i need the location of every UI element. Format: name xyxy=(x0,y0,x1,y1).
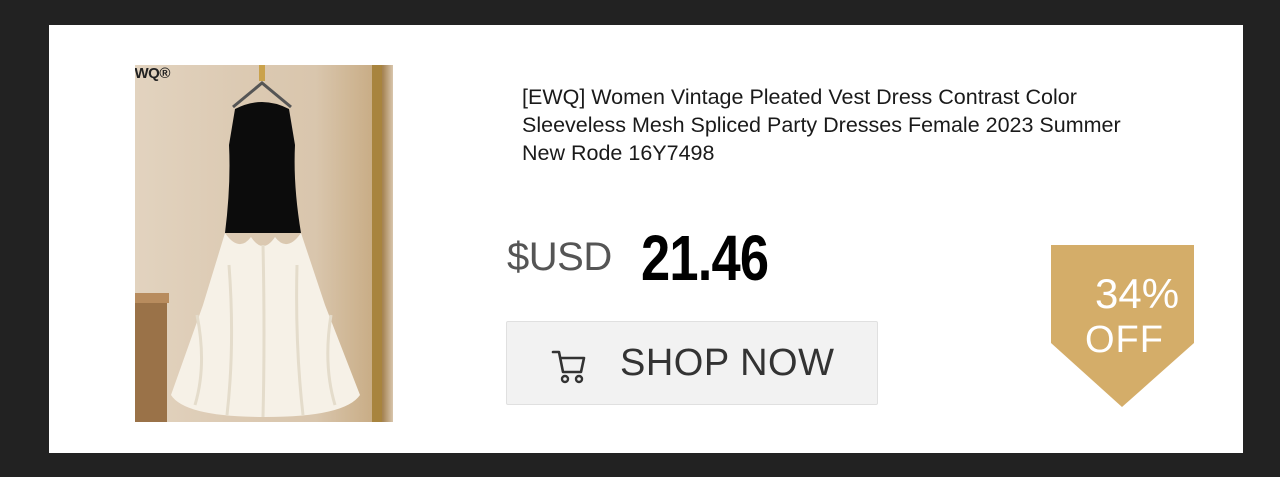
dress-illustration xyxy=(135,65,382,422)
price-currency: $USD xyxy=(507,235,612,279)
shop-now-button[interactable]: SHOP NOW xyxy=(506,321,878,405)
price-value: 21.46 xyxy=(641,222,769,294)
discount-off-label: OFF xyxy=(1085,319,1164,361)
product-title[interactable]: [EWQ] Women Vintage Pleated Vest Dress C… xyxy=(522,83,1162,167)
product-image[interactable]: EWQ® xyxy=(135,65,393,422)
shop-now-label: SHOP NOW xyxy=(620,342,835,384)
side-table xyxy=(135,293,167,422)
product-card: EWQ® [EWQ] Women Vintage Pleated Vest Dr… xyxy=(49,25,1243,453)
hanger-hook xyxy=(259,65,265,81)
gold-rail xyxy=(372,65,382,422)
brand-logo: EWQ® xyxy=(135,65,170,82)
dress-bodice xyxy=(225,102,301,233)
cart-icon xyxy=(551,350,586,384)
discount-percent: 34% xyxy=(1095,270,1180,317)
